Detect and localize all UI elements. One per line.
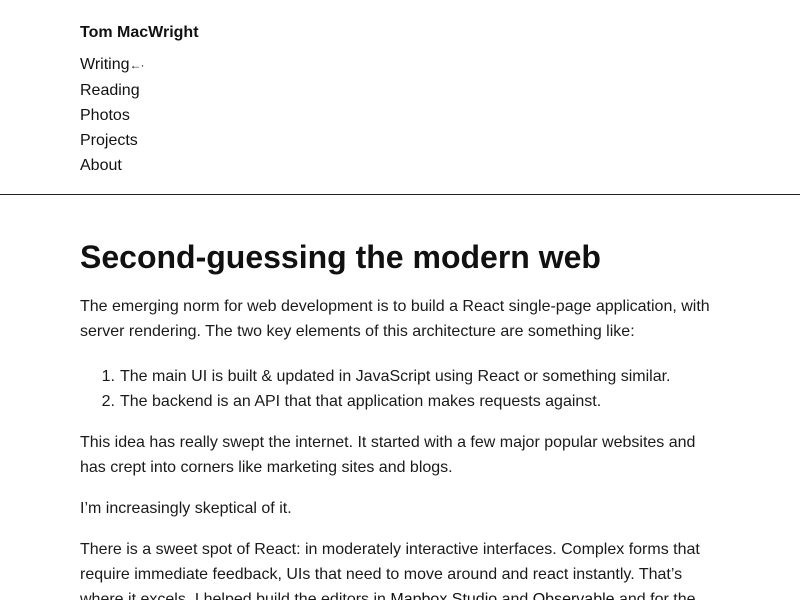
- nav-item-reading: Reading: [80, 78, 720, 103]
- paragraph-text: and for the: [614, 591, 696, 600]
- nav-item-about: About: [80, 153, 720, 178]
- list-item-text: The main UI is built & updated in JavaSc…: [120, 368, 671, 385]
- paragraph-skeptical: I’m increasingly skeptical of it.: [80, 500, 292, 517]
- site-header: Tom MacWright Writing←· Reading Photos P…: [0, 0, 800, 195]
- observable-link[interactable]: Observable: [533, 591, 615, 600]
- article: Second-guessing the modern web The emerg…: [0, 195, 800, 600]
- architecture-list: 1. The main UI is built & updated in Jav…: [80, 364, 720, 414]
- paragraph-sweet-spot: There is a sweet spot of React: in moder…: [80, 537, 720, 600]
- list-item-text: The backend is an API that that applicat…: [120, 393, 602, 410]
- mapbox-studio-link[interactable]: Mapbox Studio: [390, 591, 497, 600]
- nav-link-photos[interactable]: Photos: [80, 107, 130, 124]
- site-name-link[interactable]: Tom MacWright: [80, 23, 720, 43]
- article-title: Second-guessing the modern web: [80, 239, 601, 275]
- nav-item-photos: Photos: [80, 103, 720, 128]
- list-item-number: 2.: [101, 393, 115, 410]
- nav-link-writing[interactable]: Writing: [80, 56, 130, 73]
- nav-link-about[interactable]: About: [80, 157, 122, 174]
- current-page-arrow-icon: ←·: [129, 58, 145, 72]
- paragraph-swept: This idea has really swept the internet.…: [80, 434, 696, 476]
- paragraph-intro: The emerging norm for web development is…: [80, 298, 710, 340]
- nav-item-writing: Writing←·: [80, 52, 720, 78]
- main-nav: Writing←· Reading Photos Projects About: [80, 52, 720, 178]
- nav-link-projects[interactable]: Projects: [80, 132, 138, 149]
- nav-item-projects: Projects: [80, 128, 720, 153]
- paragraph-text: and: [497, 591, 533, 600]
- list-item-number: 1.: [101, 368, 115, 385]
- list-item: 1. The main UI is built & updated in Jav…: [80, 364, 720, 389]
- nav-link-reading[interactable]: Reading: [80, 82, 140, 99]
- list-item: 2. The backend is an API that that appli…: [80, 389, 720, 414]
